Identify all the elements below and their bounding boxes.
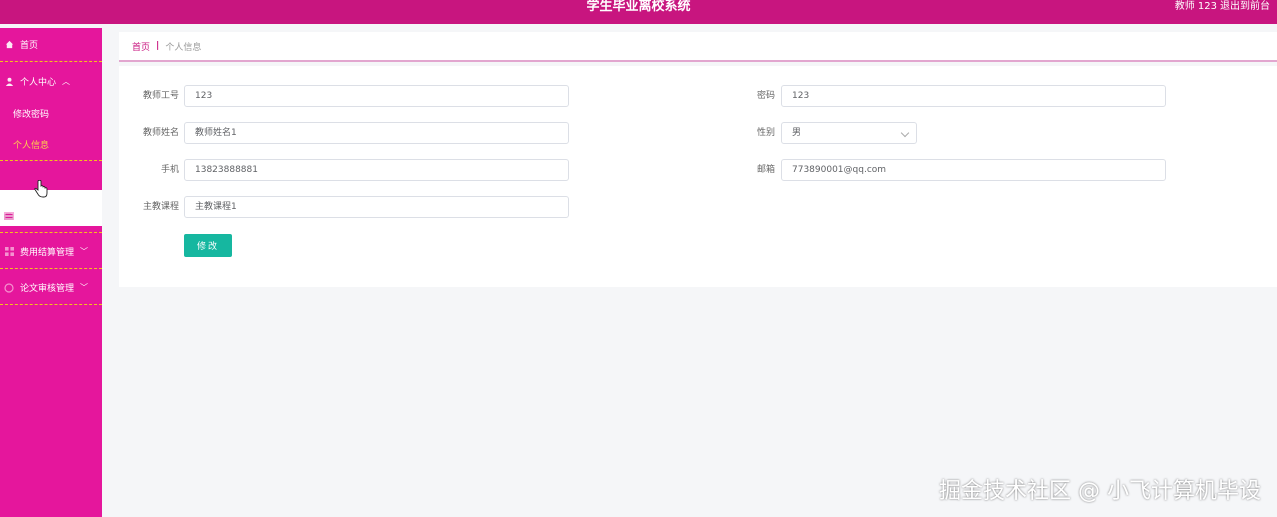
teacher-name-input[interactable]: 教师姓名1 — [184, 122, 569, 144]
list-icon — [4, 211, 14, 221]
course-input[interactable]: 主教课程1 — [184, 196, 569, 218]
sidebar-item-label: 论文审核管理 — [20, 284, 75, 294]
user-icon — [4, 76, 14, 86]
teacher-name-label: 教师姓名 — [142, 128, 179, 138]
breadcrumb: 首页 | 个人信息 — [119, 32, 1277, 62]
breadcrumb-current: 个人信息 — [165, 42, 202, 53]
personal-info-form: 教师工号 123 密码 123 教师姓名 教师姓名1 性别 男 手机 13823… — [119, 66, 1277, 287]
teacher-id-input[interactable]: 123 — [184, 85, 569, 107]
password-label: 密码 — [756, 91, 775, 101]
top-bar: 学生毕业离校系统 教师 123 退出到前台 — [0, 0, 1277, 24]
sidebar-item-home[interactable]: 首页 — [0, 28, 102, 62]
sidebar-subitem-label: 修改密码 — [13, 109, 50, 120]
app-title: 学生毕业离校系统 — [586, 0, 691, 14]
password-input[interactable]: 123 — [781, 85, 1166, 107]
gender-label: 性别 — [756, 128, 775, 138]
modify-button[interactable]: 修改 — [184, 234, 232, 257]
sidebar: 首页 个人中心 ︿ 修改密码 个人信息 离校流程管理 ﹀ 费用结算管理 ﹀ 论文… — [0, 28, 102, 517]
chevron-up-icon: ︿ — [62, 76, 71, 86]
home-icon — [4, 40, 14, 50]
sidebar-item-personal-center[interactable]: 个人中心 ︿ — [0, 64, 102, 98]
phone-label: 手机 — [160, 165, 179, 175]
gender-select-value: 男 — [792, 128, 802, 138]
sidebar-item-thesis-review[interactable]: 论文审核管理 ﹀ — [0, 271, 102, 305]
breadcrumb-separator: | — [156, 41, 160, 51]
grid-icon — [4, 247, 14, 257]
sidebar-item-label: 费用结算管理 — [20, 248, 75, 258]
logout-link[interactable]: 退出到前台 — [1220, 0, 1270, 14]
sidebar-item-fee-settlement[interactable]: 费用结算管理 ﹀ — [0, 235, 102, 269]
circle-icon — [4, 282, 14, 293]
sidebar-subitem-change-password[interactable]: 修改密码 — [0, 97, 102, 129]
watermark: 掘金技术社区 @ 小飞计算机毕设 — [939, 479, 1261, 504]
chevron-down-icon: ﹀ — [80, 211, 89, 220]
sidebar-item-label: 首页 — [20, 41, 39, 51]
gender-select[interactable]: 男 — [781, 122, 917, 144]
email-input[interactable]: 773890001@qq.com — [781, 159, 1166, 181]
chevron-down-icon: ﹀ — [80, 283, 89, 292]
sidebar-subitem-personal-info[interactable]: 个人信息 — [0, 129, 102, 161]
course-label: 主教课程 — [142, 202, 179, 212]
chevron-down-icon — [900, 128, 910, 138]
sidebar-subitem-label: 个人信息 — [13, 141, 50, 151]
chevron-down-icon: ﹀ — [80, 247, 89, 256]
hand-cursor-icon — [34, 179, 50, 200]
email-label: 邮箱 — [756, 165, 775, 175]
sidebar-item-label: 离校流程管理 — [20, 212, 75, 222]
breadcrumb-home[interactable]: 首页 — [132, 40, 150, 53]
sidebar-item-leave-process[interactable]: 离校流程管理 ﹀ — [0, 199, 102, 233]
current-user: 教师 123 — [1174, 1, 1217, 12]
teacher-id-label: 教师工号 — [142, 91, 179, 101]
phone-input[interactable]: 13823888881 — [184, 159, 569, 181]
sidebar-item-label: 个人中心 — [20, 77, 57, 88]
